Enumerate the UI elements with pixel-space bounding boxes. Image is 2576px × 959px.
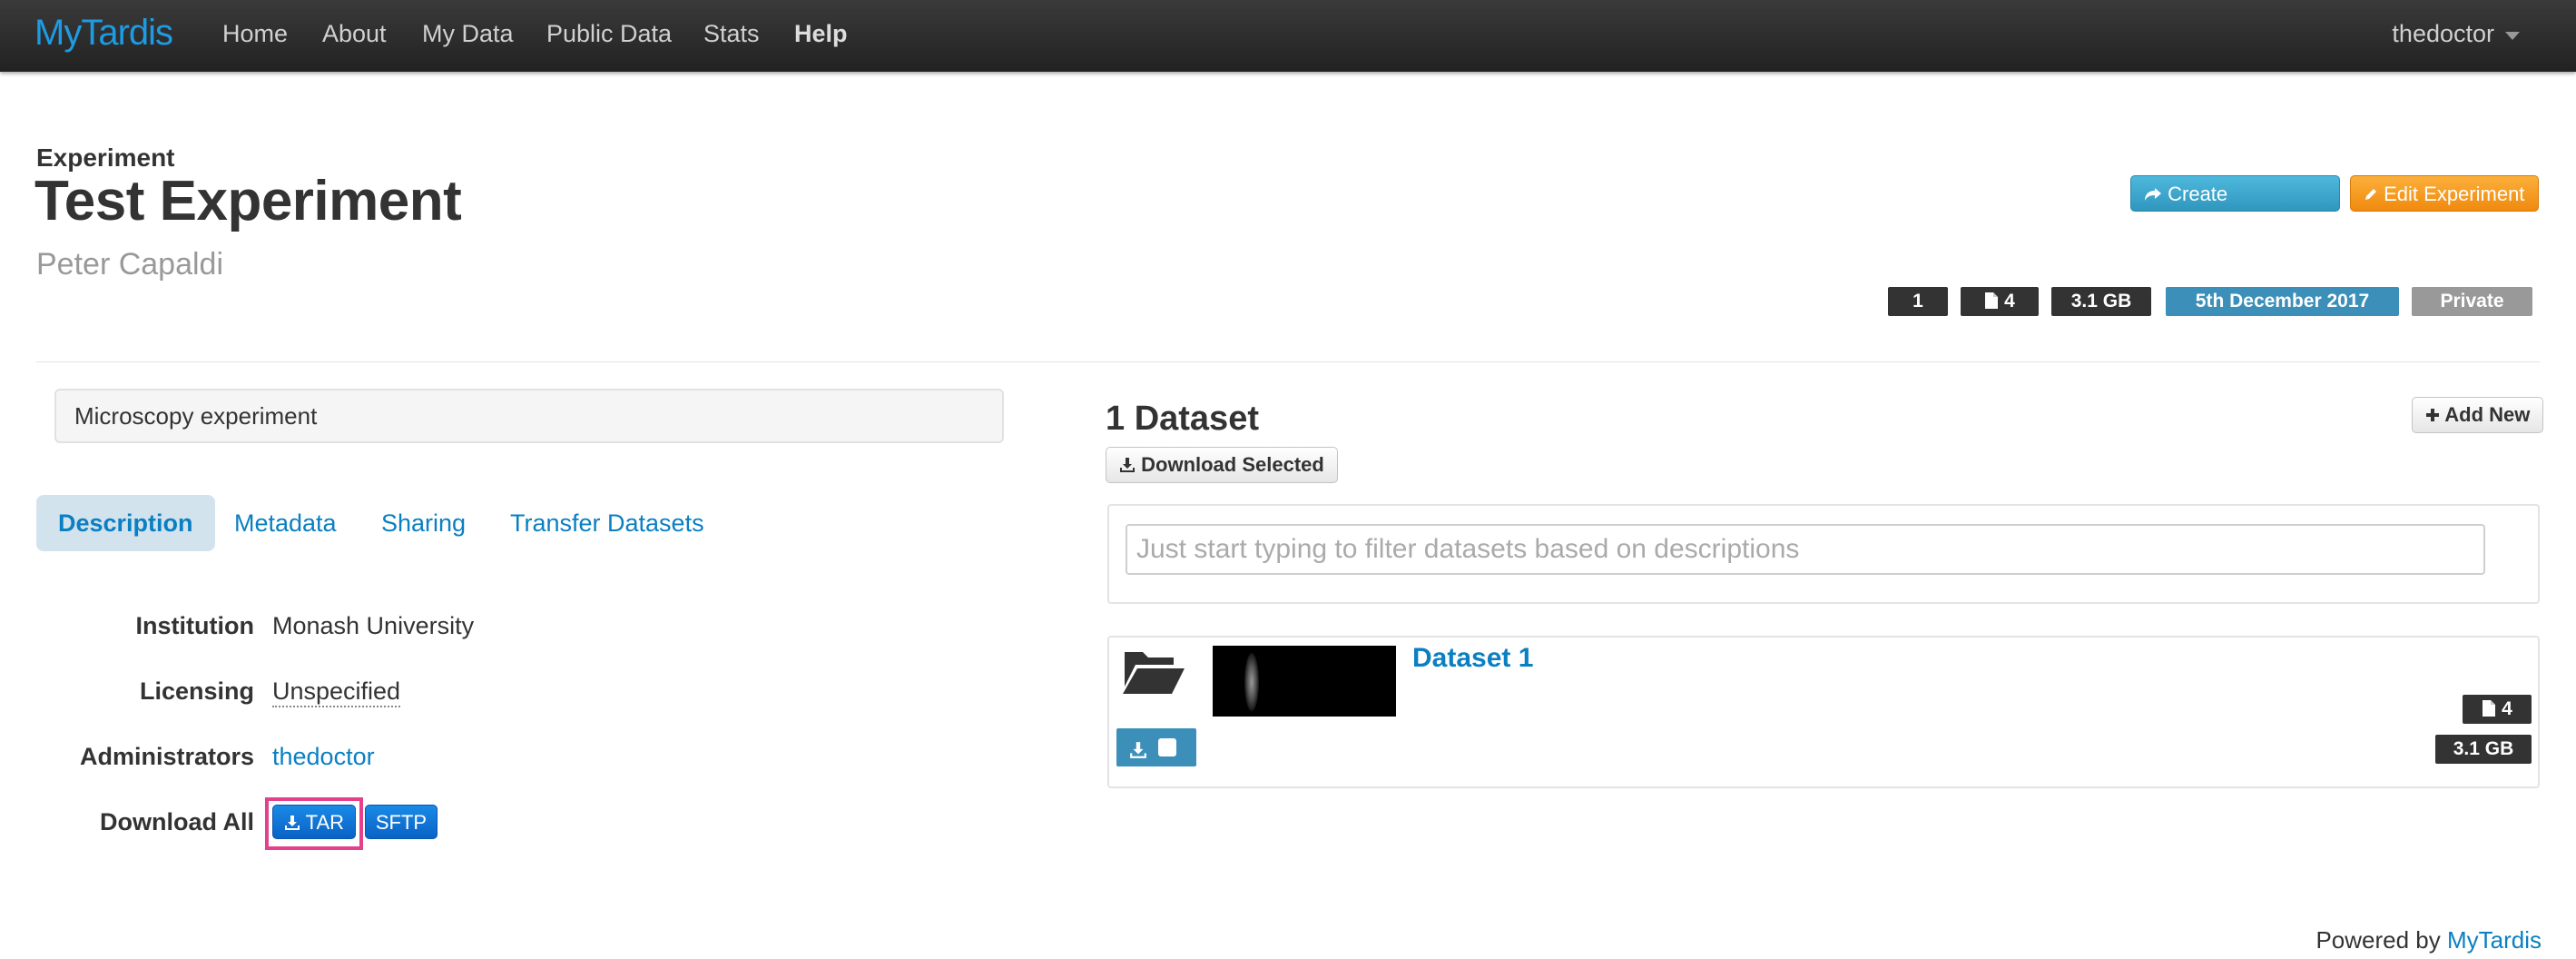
size-badge: 3.1 GB xyxy=(2051,287,2151,316)
date-badge: 5th December 2017 xyxy=(2166,287,2399,316)
dataset-thumbnail[interactable] xyxy=(1213,646,1396,717)
dataset-link[interactable]: Dataset 1 xyxy=(1412,643,1533,674)
file-count-badge: 4 xyxy=(1961,287,2039,316)
pencil-icon xyxy=(2364,183,2384,205)
tab-metadata[interactable]: Metadata xyxy=(234,495,337,551)
download-tar-button[interactable]: TAR xyxy=(272,805,356,839)
dataset-filter-input[interactable] xyxy=(1126,524,2485,575)
nav-about[interactable]: About xyxy=(322,20,387,48)
licensing-value[interactable]: Unspecified xyxy=(272,677,401,707)
add-new-label: Add New xyxy=(2444,403,2531,426)
nav-home[interactable]: Home xyxy=(222,20,288,48)
tab-sharing[interactable]: Sharing xyxy=(381,495,466,551)
visibility-badge: Private xyxy=(2412,287,2532,316)
chevron-down-icon[interactable] xyxy=(2505,32,2520,40)
header-divider xyxy=(36,361,2540,362)
dataset-file-count-badge: 4 xyxy=(2463,695,2532,724)
download-icon xyxy=(1119,453,1141,476)
dataset-file-count: 4 xyxy=(2502,698,2512,719)
download-sftp-button[interactable]: SFTP xyxy=(365,805,438,839)
thumbnail-image-content xyxy=(1244,653,1259,711)
page-title: Test Experiment xyxy=(34,170,462,232)
dataset-count-heading: 1 Dataset xyxy=(1106,400,1259,438)
share-icon xyxy=(2144,183,2168,205)
institution-value: Monash University xyxy=(272,612,475,639)
experiment-description: Microscopy experiment xyxy=(54,389,1004,443)
brand-logo[interactable]: MyTardis xyxy=(34,13,173,54)
folder-open-icon xyxy=(1121,647,1186,704)
dataset-count-badge: 1 xyxy=(1888,287,1948,316)
administrator-link[interactable]: thedoctor xyxy=(272,743,375,771)
top-navbar: MyTardis Home About My Data Public Data … xyxy=(0,0,2576,72)
tab-transfer-datasets[interactable]: Transfer Datasets xyxy=(510,495,704,551)
download-selected-button[interactable]: Download Selected xyxy=(1106,447,1338,483)
download-icon xyxy=(284,811,306,834)
licensing-label: Licensing xyxy=(139,677,254,705)
nav-help[interactable]: Help xyxy=(794,20,848,48)
dataset-size-badge: 3.1 GB xyxy=(2435,735,2532,764)
experiment-author: Peter Capaldi xyxy=(36,247,224,282)
file-count: 4 xyxy=(2004,291,2015,311)
create-publication-button[interactable]: Create publication xyxy=(2130,175,2340,242)
footer-mytardis-link[interactable]: MyTardis xyxy=(2447,926,2542,954)
nav-my-data[interactable]: My Data xyxy=(422,20,514,48)
administrators-label: Administrators xyxy=(79,743,254,770)
download-all-label: Download All xyxy=(100,808,254,835)
plus-icon xyxy=(2425,403,2444,426)
user-menu[interactable]: thedoctor xyxy=(2392,20,2494,48)
tar-label: TAR xyxy=(305,811,345,834)
institution-label: Institution xyxy=(135,612,254,639)
nav-stats[interactable]: Stats xyxy=(703,20,760,48)
dataset-download-select[interactable] xyxy=(1116,728,1196,766)
nav-public-data[interactable]: Public Data xyxy=(546,20,672,48)
file-icon xyxy=(1984,291,2004,311)
file-icon xyxy=(2482,698,2502,719)
tab-description[interactable]: Description xyxy=(36,495,215,551)
download-selected-label: Download Selected xyxy=(1141,453,1324,476)
dataset-select-checkbox[interactable] xyxy=(1158,738,1176,756)
edit-experiment-button[interactable]: Edit Experiment xyxy=(2350,175,2539,212)
add-new-dataset-button[interactable]: Add New xyxy=(2412,397,2544,433)
download-icon xyxy=(1129,737,1147,766)
footer: Powered by MyTardis xyxy=(2315,926,2542,954)
powered-by-label: Powered by xyxy=(2315,926,2441,954)
edit-experiment-label: Edit Experiment xyxy=(2384,183,2525,205)
